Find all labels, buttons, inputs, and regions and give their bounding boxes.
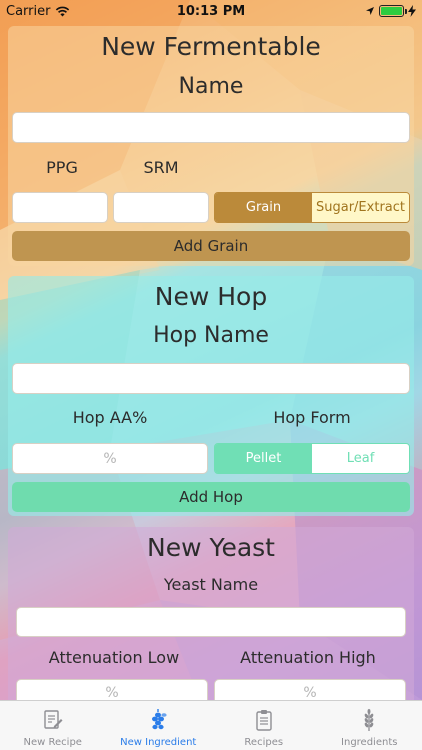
ppg-input[interactable]: [12, 192, 108, 223]
tab-ingredients[interactable]: Ingredients: [317, 701, 422, 750]
hop-name-input[interactable]: [12, 363, 410, 394]
tab-recipes[interactable]: Recipes: [211, 701, 317, 750]
fermentable-title: New Fermentable: [101, 32, 321, 61]
hop-form-label: Hop Form: [273, 408, 351, 427]
srm-input[interactable]: [113, 192, 209, 223]
fermentable-card: New Fermentable Name PPG SRM Grain Sugar…: [8, 26, 414, 266]
ppg-label: PPG: [46, 158, 78, 177]
hop-aa-input[interactable]: [12, 443, 208, 474]
clipboard-icon: [253, 707, 275, 733]
segment-grain[interactable]: Grain: [215, 193, 312, 222]
hop-name-label: Hop Name: [153, 323, 269, 348]
tab-label-new-recipe: New Recipe: [23, 737, 82, 748]
segment-sugar-extract[interactable]: Sugar/Extract: [312, 193, 409, 222]
hop-aa-label: Hop AA%: [72, 408, 148, 427]
add-grain-button[interactable]: Add Grain: [12, 231, 410, 261]
battery-icon: [379, 5, 407, 17]
status-time: 10:13 PM: [176, 3, 246, 19]
tab-label-ingredients: Ingredients: [341, 737, 398, 748]
yeast-name-label: Yeast Name: [163, 575, 259, 594]
wheat-icon: [358, 707, 380, 733]
status-bar: Carrier 10:13 PM: [0, 0, 422, 22]
yeast-title: New Yeast: [147, 533, 275, 562]
tab-label-recipes: Recipes: [244, 737, 284, 748]
attenuation-low-label: Attenuation Low: [48, 648, 180, 667]
edit-document-icon: [42, 707, 64, 733]
attenuation-high-label: Attenuation High: [240, 648, 376, 667]
fermentable-type-segment: Grain Sugar/Extract: [214, 192, 410, 223]
yeast-name-input[interactable]: [16, 607, 406, 637]
fermentable-name-input[interactable]: [12, 112, 410, 143]
segment-pellet[interactable]: Pellet: [215, 444, 312, 473]
tab-new-recipe[interactable]: New Recipe: [0, 701, 106, 750]
hop-form-segment: Pellet Leaf: [214, 443, 410, 474]
tab-label-new-ingredient: New Ingredient: [120, 737, 197, 748]
yeast-card: New Yeast Yeast Name Attenuation Low Att…: [8, 527, 414, 707]
hops-icon: [147, 707, 169, 733]
srm-label: SRM: [143, 158, 179, 177]
segment-leaf[interactable]: Leaf: [312, 444, 409, 473]
hop-title: New Hop: [154, 282, 268, 311]
add-hop-button[interactable]: Add Hop: [12, 482, 410, 512]
tab-bar: New Recipe New Ingredient Recipes Ingred…: [0, 700, 422, 750]
fermentable-name-label: Name: [178, 74, 244, 99]
hop-card: New Hop Hop Name Hop AA% Hop Form Pellet…: [8, 276, 414, 516]
tab-new-ingredient[interactable]: New Ingredient: [106, 701, 212, 750]
